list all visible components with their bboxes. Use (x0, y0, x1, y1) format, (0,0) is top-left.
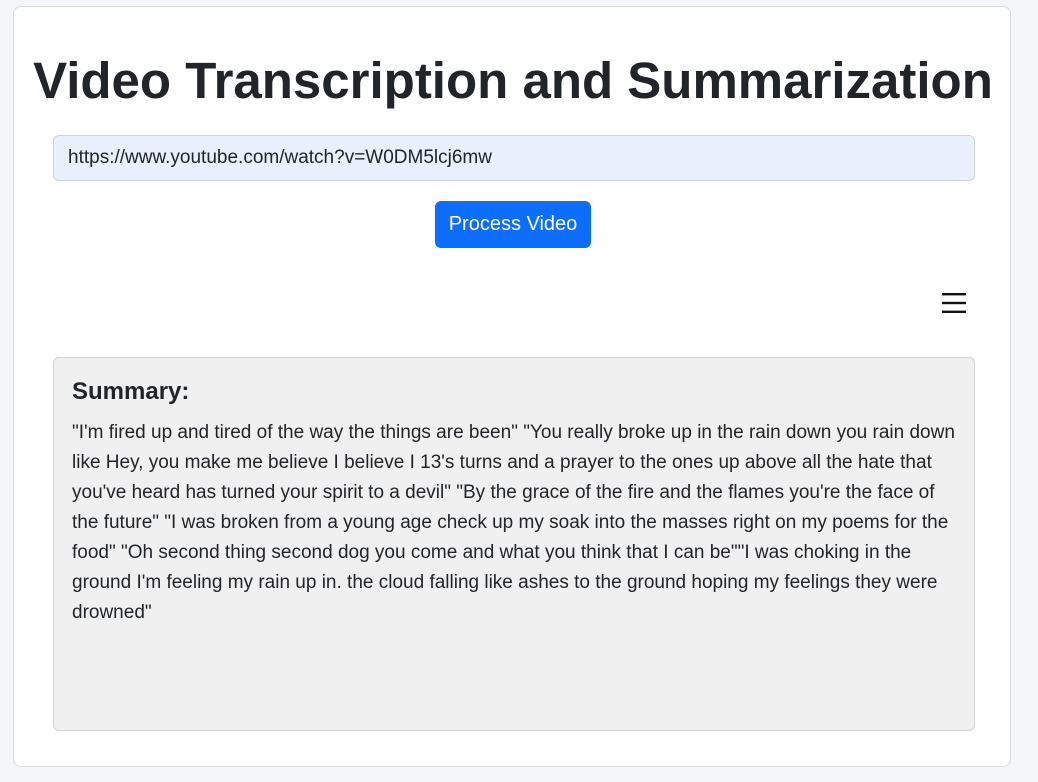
menu-button[interactable] (936, 285, 972, 321)
summary-text: "I'm fired up and tired of the way the t… (72, 422, 955, 623)
main-card: Video Transcription and Summarization Pr… (13, 6, 1011, 767)
page-title: Video Transcription and Summarization (33, 52, 993, 109)
video-url-input[interactable] (53, 135, 975, 181)
hamburger-menu-icon (942, 293, 966, 313)
summary-panel: Summary: "I'm fired up and tired of the … (53, 357, 975, 731)
process-video-button[interactable]: Process Video (435, 201, 591, 248)
summary-heading: Summary: (72, 378, 190, 405)
